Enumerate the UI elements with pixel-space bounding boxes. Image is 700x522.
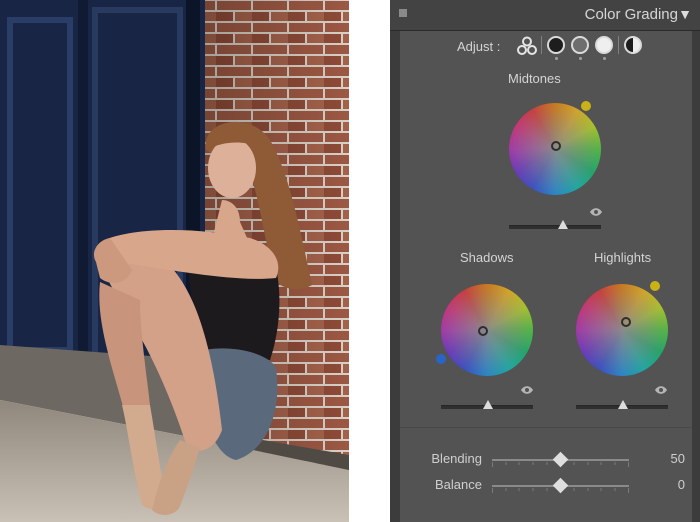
shadows-mode-dot: [555, 57, 558, 60]
midtones-luminance-thumb[interactable]: [558, 220, 568, 229]
shadows-luminance-thumb[interactable]: [483, 400, 493, 409]
three-way-mode-button[interactable]: [517, 36, 537, 56]
panel-body: Adjust : Midtones Shadows Highlights Ble…: [400, 31, 692, 522]
highlights-color-wheel[interactable]: [576, 284, 668, 376]
panel-title: Color Grading: [584, 6, 678, 23]
photo: [0, 0, 349, 522]
highlights-mode-dot: [603, 57, 606, 60]
panel-toggle-square[interactable]: [399, 9, 407, 17]
blending-label: Blending: [431, 451, 482, 466]
midtones-eye-icon[interactable]: [589, 207, 603, 217]
three-circles-icon: [517, 36, 537, 55]
midtones-mode-button[interactable]: [571, 36, 589, 54]
balance-value[interactable]: 0: [655, 477, 685, 492]
midtones-hue-handle[interactable]: [581, 101, 591, 111]
collapse-triangle-icon[interactable]: ▼: [677, 5, 693, 23]
midtones-mode-dot: [579, 57, 582, 60]
section-divider: [400, 427, 692, 428]
shadows-hue-handle[interactable]: [436, 354, 446, 364]
midtones-label: Midtones: [508, 71, 561, 86]
highlights-luminance-thumb[interactable]: [618, 400, 628, 409]
adjust-label: Adjust :: [457, 39, 501, 54]
shadows-eye-icon[interactable]: [520, 385, 534, 395]
mode-separator: [618, 36, 619, 54]
highlights-label: Highlights: [594, 250, 652, 265]
midtones-luminance-track[interactable]: [509, 225, 601, 229]
panel-header: Color Grading ▼: [390, 0, 700, 31]
shadows-label: Shadows: [460, 250, 514, 265]
highlights-hue-handle[interactable]: [650, 281, 660, 291]
highlights-eye-icon[interactable]: [654, 385, 668, 395]
midtones-wheel-center: [551, 141, 561, 151]
shadows-wheel-center: [478, 326, 488, 336]
photo-illustration: [0, 0, 349, 522]
shadows-mode-button[interactable]: [547, 36, 565, 54]
color-grading-panel: Color Grading ▼ Adjust : Midtones Shadow…: [390, 0, 700, 522]
highlights-wheel-center: [621, 317, 631, 327]
blending-value[interactable]: 50: [655, 451, 685, 466]
global-mode-button[interactable]: [624, 36, 642, 54]
mode-separator: [541, 36, 542, 54]
balance-label: Balance: [435, 477, 482, 492]
highlights-mode-button[interactable]: [595, 36, 613, 54]
